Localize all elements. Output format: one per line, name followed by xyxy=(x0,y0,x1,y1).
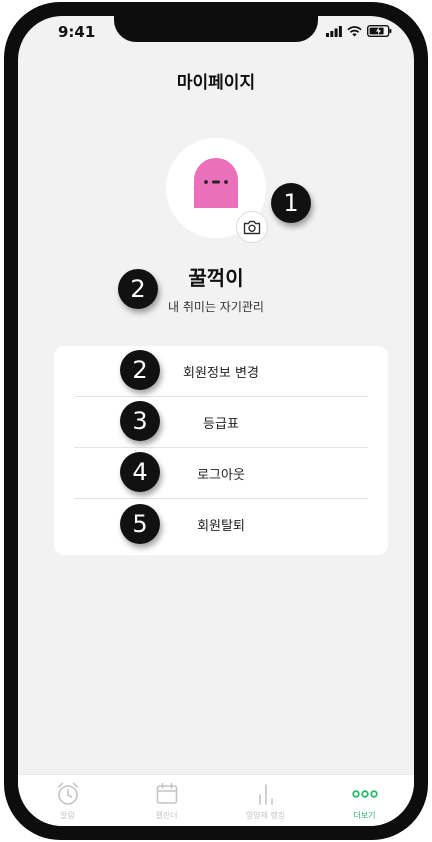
phone-frame: 9:41 마이페이지 1 꿀꺽이 내 취미는 자기관리 2 회원정보 변경 등급… xyxy=(4,2,428,840)
ranking-bars-icon xyxy=(258,784,273,805)
battery-icon xyxy=(367,25,392,37)
change-photo-button[interactable] xyxy=(236,211,268,243)
tab-calendar[interactable]: 캘린더 xyxy=(117,775,216,826)
status-time: 9:41 xyxy=(58,23,96,41)
alarm-clock-icon xyxy=(57,782,78,805)
tab-more[interactable]: 더보기 xyxy=(315,775,414,826)
menu-item-withdraw[interactable]: 회원탈퇴 xyxy=(74,499,368,549)
profile-bio: 내 취미는 자기관리 xyxy=(168,300,264,314)
annotation-badge-1: 1 xyxy=(271,183,311,223)
annotation-badge-4: 4 xyxy=(120,452,160,492)
menu-item-logout[interactable]: 로그아웃 xyxy=(74,448,368,498)
menu-item-label: 로그아웃 xyxy=(197,467,245,483)
signal-icon xyxy=(326,25,342,37)
annotation-badge-5: 5 xyxy=(120,504,160,544)
more-dots-icon xyxy=(351,790,378,798)
camera-icon xyxy=(243,220,261,235)
menu-item-label: 회원탈퇴 xyxy=(197,518,245,534)
tab-label: 더보기 xyxy=(353,811,376,820)
page-title: 마이페이지 xyxy=(176,73,256,93)
bottom-tab-bar: 알람 캘린더 영양제 랭킹 더보기 xyxy=(18,774,414,826)
profile-nickname: 꿀꺽이 xyxy=(188,266,244,290)
tab-label: 캘린더 xyxy=(155,811,178,820)
annotation-badge-2-profile: 2 xyxy=(118,269,158,309)
app-screen: 9:41 마이페이지 1 꿀꺽이 내 취미는 자기관리 2 회원정보 변경 등급… xyxy=(18,16,414,826)
annotation-badge-2-menu: 2 xyxy=(120,350,160,390)
menu-item-label: 회원정보 변경 xyxy=(183,365,259,381)
tab-ranking[interactable]: 영양제 랭킹 xyxy=(216,775,315,826)
menu-item-label: 등급표 xyxy=(203,416,239,432)
status-icons xyxy=(326,25,392,37)
menu-card: 회원정보 변경 등급표 로그아웃 회원탈퇴 xyxy=(54,346,388,555)
wifi-icon xyxy=(347,25,362,36)
menu-item-edit-profile[interactable]: 회원정보 변경 xyxy=(74,346,368,396)
tab-label: 알람 xyxy=(60,811,75,820)
annotation-badge-3: 3 xyxy=(120,401,160,441)
tab-alarm[interactable]: 알람 xyxy=(18,775,117,826)
tab-label: 영양제 랭킹 xyxy=(245,811,286,820)
calendar-icon xyxy=(156,782,177,804)
menu-item-grade-table[interactable]: 등급표 xyxy=(74,397,368,447)
device-notch xyxy=(114,16,318,42)
